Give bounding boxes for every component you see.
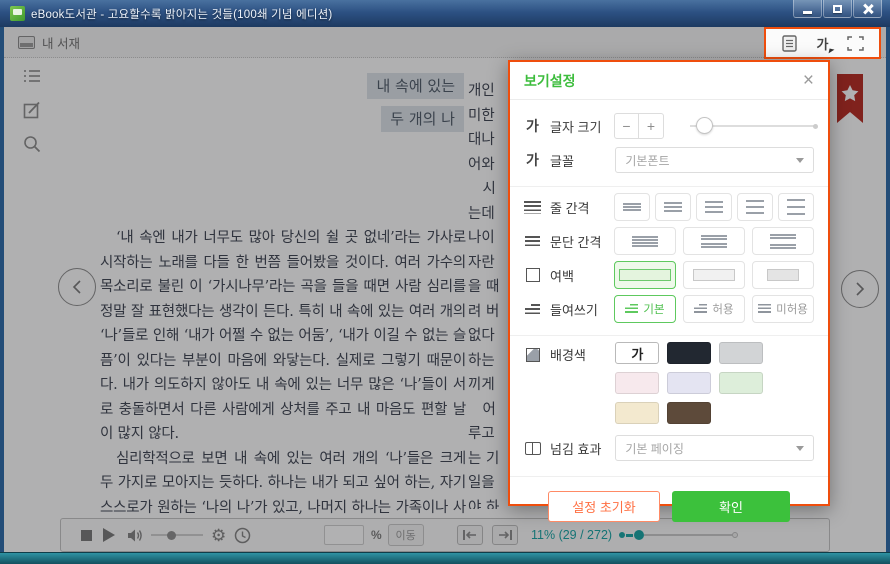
indent-disallow-icon (758, 304, 771, 314)
page-effect-label: 넘김 효과 (550, 439, 601, 458)
bg-swatch-pink[interactable] (615, 372, 659, 394)
confirm-button[interactable]: 확인 (672, 491, 790, 522)
line-spacing-label: 줄 간격 (550, 198, 590, 217)
maximize-button[interactable] (823, 0, 852, 18)
indent-label: 들여쓰기 (550, 300, 598, 319)
view-settings-button[interactable]: 가 (813, 33, 833, 53)
panel-title: 보기설정 (524, 71, 576, 91)
bg-swatch-lavender[interactable] (667, 372, 711, 394)
panel-close-button[interactable]: × (803, 71, 814, 90)
view-settings-panel: 보기설정 × 가 글자 크기 − + (508, 60, 830, 506)
minimize-icon (803, 11, 812, 14)
line-spacing-option-2[interactable] (655, 193, 691, 221)
chevron-down-icon (796, 446, 804, 451)
page-effect-value: 기본 페이징 (625, 440, 684, 457)
font-icon: 가 (524, 150, 541, 170)
bg-swatch-gray[interactable] (719, 342, 763, 364)
margin-option-2[interactable] (683, 261, 745, 289)
paragraph-spacing-option-2[interactable] (683, 227, 745, 255)
line-spacing-option-3[interactable] (696, 193, 732, 221)
fullscreen-button[interactable] (846, 33, 866, 53)
margin-label: 여백 (550, 266, 574, 285)
paragraph-spacing-option-3[interactable] (752, 227, 814, 255)
line-spacing-options (614, 193, 814, 221)
line-spacing-option-5[interactable] (778, 193, 814, 221)
paragraph-spacing-label: 문단 간격 (550, 232, 601, 251)
close-icon (863, 4, 873, 14)
font-size-knob[interactable] (696, 117, 713, 134)
bg-swatch-green[interactable] (719, 372, 763, 394)
minimize-button[interactable] (793, 0, 822, 18)
indent-option-disallow[interactable]: 미허용 (752, 295, 814, 323)
app-icon (10, 6, 25, 21)
font-label: 글꼴 (550, 151, 574, 170)
app-window: eBook도서관 - 고요할수록 밝아지는 것들(100쇄 기념 에디션) 내 … (0, 0, 890, 564)
font-size-slider-end (813, 124, 818, 129)
margin-option-1-selected[interactable] (614, 261, 676, 289)
window-bottom-border (0, 552, 890, 564)
line-spacing-option-1[interactable] (614, 193, 650, 221)
font-settings-icon: 가 (817, 34, 829, 53)
line-spacing-icon (524, 201, 541, 214)
line-spacing-option-4[interactable] (737, 193, 773, 221)
paragraph-spacing-options (614, 227, 814, 255)
margin-options (614, 261, 814, 289)
paragraph-spacing-option-1[interactable] (614, 227, 676, 255)
bg-swatch-dark[interactable] (667, 342, 711, 364)
bg-swatch-cream[interactable] (615, 402, 659, 424)
bg-swatch-white[interactable]: 가 (615, 342, 659, 364)
document-icon (782, 35, 797, 52)
indent-option-default-selected[interactable]: 기본 (614, 295, 676, 323)
indent-allow-label: 허용 (712, 301, 733, 317)
font-dropdown-value: 기본폰트 (625, 152, 669, 169)
indent-allow-icon (694, 304, 707, 314)
client-area: 내 서재 내 속에 있는 두 개의 나 ‘내 속엔 내가 너무도 많아 당신의 (4, 27, 886, 552)
indent-default-icon (625, 304, 638, 314)
maximize-icon (833, 5, 842, 13)
page-effect-icon (525, 442, 541, 455)
font-size-minus-button[interactable]: − (615, 114, 639, 138)
indent-icon (525, 304, 540, 315)
indent-options: 기본 허용 미허용 (614, 295, 814, 323)
fullscreen-icon (847, 36, 864, 51)
font-size-stepper: − + (614, 113, 664, 139)
font-size-icon: 가 (524, 116, 541, 136)
indent-disallow-label: 미허용 (776, 301, 808, 317)
font-dropdown[interactable]: 기본폰트 (615, 147, 814, 173)
background-color-label: 배경색 (550, 345, 586, 364)
titlebar: eBook도서관 - 고요할수록 밝아지는 것들(100쇄 기념 에디션) (0, 0, 890, 27)
background-color-swatches: 가 (615, 342, 814, 424)
margin-option-3[interactable] (752, 261, 814, 289)
indent-option-allow[interactable]: 허용 (683, 295, 745, 323)
reset-settings-button[interactable]: 설정 초기화 (548, 491, 660, 522)
window-title: eBook도서관 - 고요할수록 밝아지는 것들(100쇄 기념 에디션) (31, 6, 332, 22)
font-size-slider[interactable] (690, 125, 814, 127)
bg-swatch-brown[interactable] (667, 402, 711, 424)
paragraph-spacing-icon (525, 236, 540, 247)
indent-default-label: 기본 (643, 301, 664, 317)
font-size-plus-button[interactable]: + (639, 114, 663, 138)
font-size-label: 글자 크기 (550, 117, 601, 136)
background-color-icon (526, 348, 540, 362)
close-window-button[interactable] (853, 0, 882, 18)
page-effect-dropdown[interactable]: 기본 페이징 (615, 435, 814, 461)
margin-icon (526, 268, 540, 282)
chevron-down-icon (796, 158, 804, 163)
viewer-mode-button[interactable] (779, 33, 799, 53)
view-tools-highlight-box: 가 (764, 27, 881, 59)
